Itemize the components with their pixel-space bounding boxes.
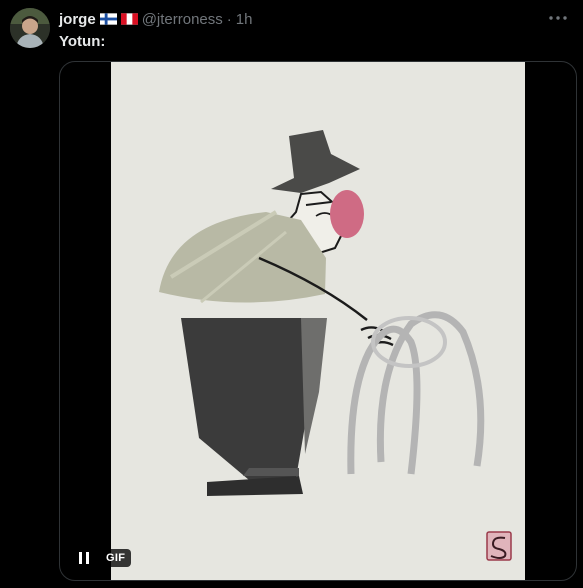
more-options-icon bbox=[549, 16, 567, 20]
post-header: jorge @jterroness · 1h bbox=[59, 9, 543, 29]
author-handle[interactable]: @jterroness bbox=[142, 11, 223, 28]
tweet-text: Yotun: bbox=[59, 33, 106, 50]
post-time[interactable]: 1h bbox=[236, 11, 253, 28]
peru-flag-icon bbox=[120, 13, 138, 25]
pause-button[interactable] bbox=[72, 546, 96, 570]
finland-flag-icon bbox=[99, 13, 117, 25]
avatar[interactable] bbox=[10, 8, 50, 48]
pause-icon bbox=[79, 552, 89, 564]
caricature-illustration bbox=[159, 130, 512, 561]
gif-badge: GIF bbox=[100, 549, 132, 567]
avatar-photo bbox=[10, 8, 50, 48]
gif-controls: GIF bbox=[72, 546, 132, 570]
gif-artwork bbox=[111, 62, 525, 580]
separator-dot: · bbox=[226, 10, 232, 28]
author-name[interactable]: jorge bbox=[59, 11, 96, 28]
media-container[interactable]: GIF bbox=[59, 61, 577, 581]
more-options-button[interactable] bbox=[547, 10, 569, 26]
